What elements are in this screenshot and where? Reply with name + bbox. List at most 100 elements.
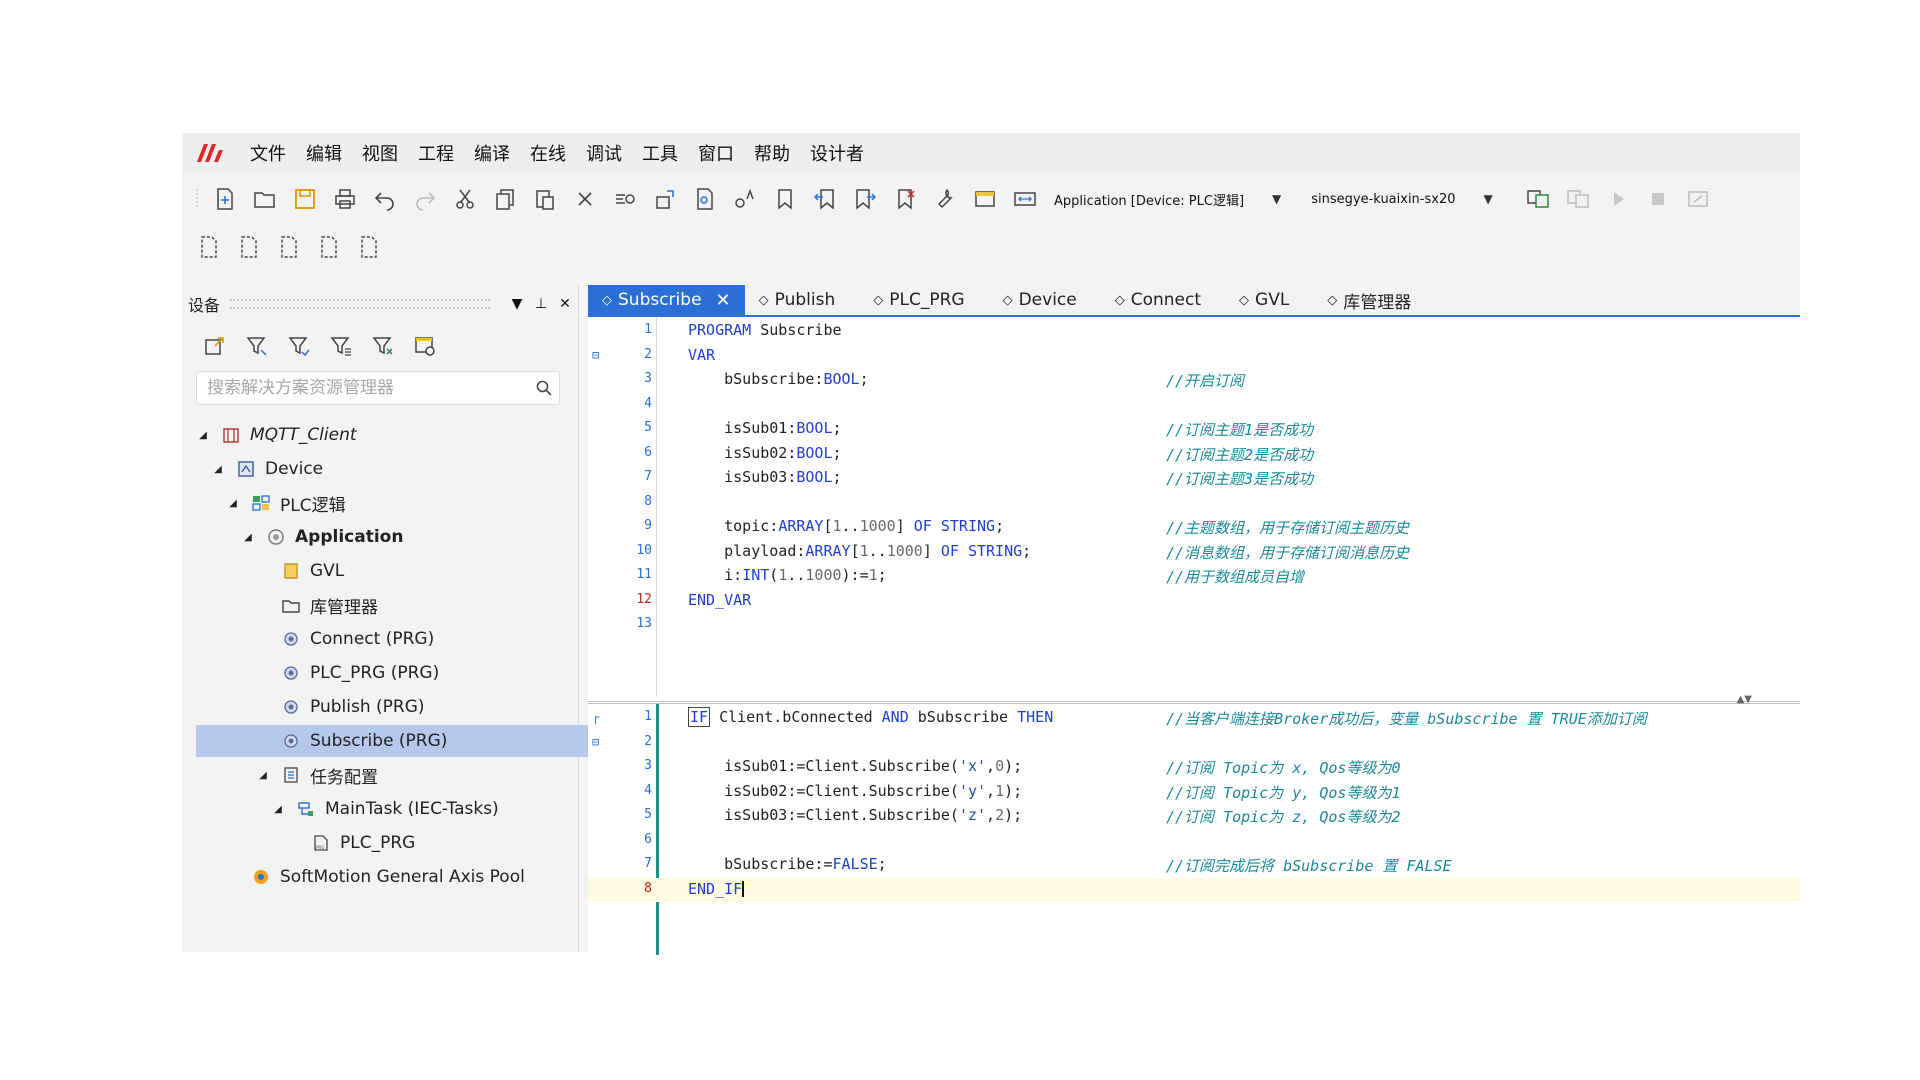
prev-bookmark-icon[interactable] xyxy=(810,184,840,214)
tree-node[interactable]: ◢ 任务配置 xyxy=(256,759,562,791)
tab-publish[interactable]: ◇ Publish xyxy=(745,285,850,315)
code-line[interactable]: 2 ⊟ VAR xyxy=(588,344,1800,368)
code-line[interactable]: 6 isSub02:BOOL; //订阅主题2是否成功 xyxy=(588,442,1800,466)
expand-toggle-icon[interactable]: ◢ xyxy=(241,532,255,543)
code-line[interactable]: 3 isSub01:=Client.Subscribe('x',0); //订阅 … xyxy=(588,755,1800,779)
tab-library-manager[interactable]: ◇ 库管理器 xyxy=(1313,285,1425,315)
cut-icon[interactable] xyxy=(450,184,480,214)
tree-node[interactable]: ◢ MainTask (IEC-Tasks) xyxy=(271,793,562,825)
splitter-arrows-icon[interactable]: ▲▼ xyxy=(1737,694,1752,705)
doc-dashed-icon[interactable] xyxy=(314,232,344,262)
tree-node[interactable]: Publish (PRG) xyxy=(256,691,562,723)
code-line[interactable]: 1 PROGRAM Subscribe xyxy=(588,319,1800,343)
declaration-pane[interactable]: 1 PROGRAM Subscribe 2 ⊟ VAR 3 bSubscribe:BOOL… xyxy=(588,317,1800,697)
menu-window[interactable]: 窗口 xyxy=(698,140,734,166)
panel-menu-chevron-icon[interactable]: ▼ xyxy=(510,296,524,312)
new-file-icon[interactable] xyxy=(210,184,240,214)
collapse-icon[interactable]: ⊟ xyxy=(592,736,604,748)
close-icon[interactable]: ✕ xyxy=(558,296,572,312)
solution-search-input[interactable] xyxy=(205,377,529,399)
settings-wrench-icon[interactable] xyxy=(930,184,960,214)
doc-dashed-icon[interactable] xyxy=(354,232,384,262)
tab-subscribe[interactable]: ◇ Subscribe ✕ xyxy=(588,285,745,315)
doc-dashed-icon[interactable] xyxy=(274,232,304,262)
panel-drag-handle[interactable] xyxy=(230,299,490,309)
chevron-down-icon[interactable]: ▼ xyxy=(1272,192,1281,206)
doc-dashed-icon[interactable] xyxy=(234,232,264,262)
code-line[interactable]: 8 END_IF xyxy=(588,877,1800,902)
close-icon[interactable]: ✕ xyxy=(716,290,731,311)
menu-file[interactable]: 文件 xyxy=(250,140,286,166)
panel-settings-icon[interactable] xyxy=(408,331,442,361)
doc-dashed-icon[interactable] xyxy=(194,232,224,262)
network-scan-icon[interactable] xyxy=(1010,184,1040,214)
tab-gvl[interactable]: ◇ GVL xyxy=(1225,285,1303,315)
code-line[interactable]: 7 bSubscribe:=FALSE; //订阅完成后将 bSubscribe … xyxy=(588,853,1800,877)
code-line[interactable]: 3 bSubscribe:BOOL; //开启订阅 xyxy=(588,368,1800,392)
reset-icon[interactable] xyxy=(1683,184,1713,214)
tree-node[interactable]: PRG PLC_PRG xyxy=(286,827,562,859)
login-device-icon[interactable] xyxy=(1523,184,1553,214)
open-folder-icon[interactable] xyxy=(250,184,280,214)
search-icon[interactable] xyxy=(529,380,559,396)
tab-plc-prg[interactable]: ◇ PLC_PRG xyxy=(859,285,978,315)
device-combo[interactable]: sinsegye-kuaixin-sx20 ▼ xyxy=(1311,192,1492,207)
undo-icon[interactable] xyxy=(370,184,400,214)
menu-designer[interactable]: 设计者 xyxy=(810,140,864,166)
tab-device[interactable]: ◇ Device xyxy=(989,285,1091,315)
expand-toggle-icon[interactable]: ◢ xyxy=(256,770,270,781)
code-line[interactable]: 4 isSub02:=Client.Subscribe('y',1); //订阅 … xyxy=(588,780,1800,804)
code-line[interactable]: 11 i:INT(1..1000):=1; //用于数组成员自增 xyxy=(588,564,1800,588)
filter-list-icon[interactable] xyxy=(324,331,358,361)
next-bookmark-icon[interactable] xyxy=(850,184,880,214)
code-line[interactable]: 6 xyxy=(588,829,1800,853)
login-icon[interactable] xyxy=(650,184,680,214)
print-icon[interactable] xyxy=(330,184,360,214)
run-icon[interactable] xyxy=(1603,184,1633,214)
menu-tools[interactable]: 工具 xyxy=(642,140,678,166)
redo-icon[interactable] xyxy=(410,184,440,214)
save-icon[interactable] xyxy=(290,184,320,214)
menu-edit[interactable]: 编辑 xyxy=(306,140,342,166)
expand-toggle-icon[interactable]: ◢ xyxy=(196,430,210,441)
tree-node[interactable]: ◢ Application xyxy=(241,521,562,553)
paste-icon[interactable] xyxy=(530,184,560,214)
application-combo[interactable]: Application [Device: PLC逻辑] ▼ xyxy=(1054,190,1281,209)
tree-node[interactable]: Subscribe (PRG) xyxy=(196,725,612,757)
collapse-icon[interactable]: ⊟ xyxy=(592,349,604,361)
pin-icon[interactable]: ⊥ xyxy=(534,296,548,312)
stop-icon[interactable] xyxy=(1643,184,1673,214)
menu-build[interactable]: 编译 xyxy=(474,140,510,166)
toolbar-grip-icon[interactable] xyxy=(194,184,200,214)
code-line[interactable]: 5 isSub01:BOOL; //订阅主题1是否成功 xyxy=(588,417,1800,441)
chevron-down-icon[interactable]: ▼ xyxy=(1484,192,1493,206)
filter-icon[interactable] xyxy=(240,331,274,361)
code-line[interactable]: 9 topic:ARRAY[1..1000] OF STRING; //主题数组，… xyxy=(588,515,1800,539)
browse-icon[interactable] xyxy=(690,184,720,214)
window-icon[interactable] xyxy=(970,184,1000,214)
code-line[interactable]: 13 xyxy=(588,613,1800,637)
logout-device-icon[interactable] xyxy=(1563,184,1593,214)
code-line[interactable]: 2 ⊟ xyxy=(588,731,1800,755)
tree-node[interactable]: GVL xyxy=(256,555,562,587)
expand-toggle-icon[interactable]: ◢ xyxy=(211,464,225,475)
code-line[interactable]: 5 isSub03:=Client.Subscribe('z',2); //订阅 … xyxy=(588,804,1800,828)
code-line[interactable]: 7 isSub03:BOOL; //订阅主题3是否成功 xyxy=(588,466,1800,490)
tree-node[interactable]: PLC_PRG (PRG) xyxy=(256,657,562,689)
filter-clear-icon[interactable] xyxy=(366,331,400,361)
expand-toggle-icon[interactable]: ◢ xyxy=(226,498,240,509)
tab-connect[interactable]: ◇ Connect xyxy=(1101,285,1215,315)
filter-check-icon[interactable] xyxy=(282,331,316,361)
menu-project[interactable]: 工程 xyxy=(418,140,454,166)
code-line[interactable]: 12 END_VAR xyxy=(588,589,1800,613)
tree-node[interactable]: Connect (PRG) xyxy=(256,623,562,655)
find-replace-icon[interactable] xyxy=(610,184,640,214)
fold-start-icon[interactable]: ┌ xyxy=(592,711,604,723)
menu-debug[interactable]: 调试 xyxy=(586,140,622,166)
menu-help[interactable]: 帮助 xyxy=(754,140,790,166)
copy-icon[interactable] xyxy=(490,184,520,214)
code-line[interactable]: 8 xyxy=(588,491,1800,515)
code-line[interactable]: 10 playload:ARRAY[1..1000] OF STRING; //消… xyxy=(588,540,1800,564)
menu-online[interactable]: 在线 xyxy=(530,140,566,166)
tree-node[interactable]: ◢ PLC逻辑 xyxy=(226,487,562,519)
